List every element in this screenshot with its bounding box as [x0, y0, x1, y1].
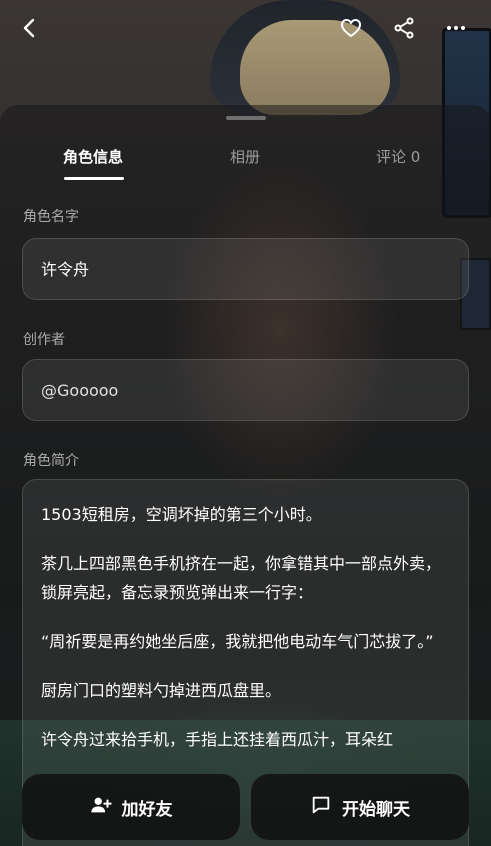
intro-paragraph: 1503短租房，空调坏掉的第三个小时。 — [41, 505, 322, 524]
more-dots-icon[interactable] — [438, 10, 474, 46]
add-user-icon — [90, 794, 112, 821]
top-bar — [0, 0, 491, 56]
share-icon[interactable] — [386, 10, 422, 46]
tab-comments[interactable]: 评论 0 — [376, 140, 420, 174]
active-tab-indicator — [64, 177, 124, 180]
start-chat-label: 开始聊天 — [342, 799, 410, 820]
creator-label: 创作者 — [23, 332, 65, 348]
intro-paragraph: 厨房门口的塑料勺掉进西瓜盘里。 — [41, 681, 282, 700]
heart-icon[interactable] — [333, 10, 369, 46]
tab-character-info[interactable]: 角色信息 — [63, 140, 123, 174]
intro-paragraph: 茶几上四部黑色手机挤在一起，你拿错其中一部点外卖，锁屏亮起，备忘录预览弹出来一行… — [41, 554, 442, 602]
chat-bubble-icon — [310, 794, 332, 821]
name-label: 角色名字 — [23, 209, 79, 225]
sheet-drag-handle[interactable] — [226, 116, 266, 120]
tab-album[interactable]: 相册 — [230, 140, 260, 174]
intro-paragraph: “周祈要是再约她坐后座，我就把他电动车气门芯拔了。” — [41, 632, 434, 651]
start-chat-button[interactable]: 开始聊天 — [251, 774, 469, 840]
intro-paragraph: 许令舟过来拾手机，手指上还挂着西瓜汁，耳朵红 — [41, 730, 394, 749]
name-field: 许令舟 — [22, 238, 469, 300]
add-friend-label: 加好友 — [121, 799, 173, 820]
back-chevron-icon[interactable] — [12, 10, 48, 46]
add-friend-button[interactable]: 加好友 — [22, 774, 240, 840]
tab-bar: 角色信息 相册 评论 0 — [0, 140, 491, 184]
intro-label: 角色简介 — [23, 453, 79, 469]
creator-field[interactable]: @Gooooo — [22, 359, 469, 421]
